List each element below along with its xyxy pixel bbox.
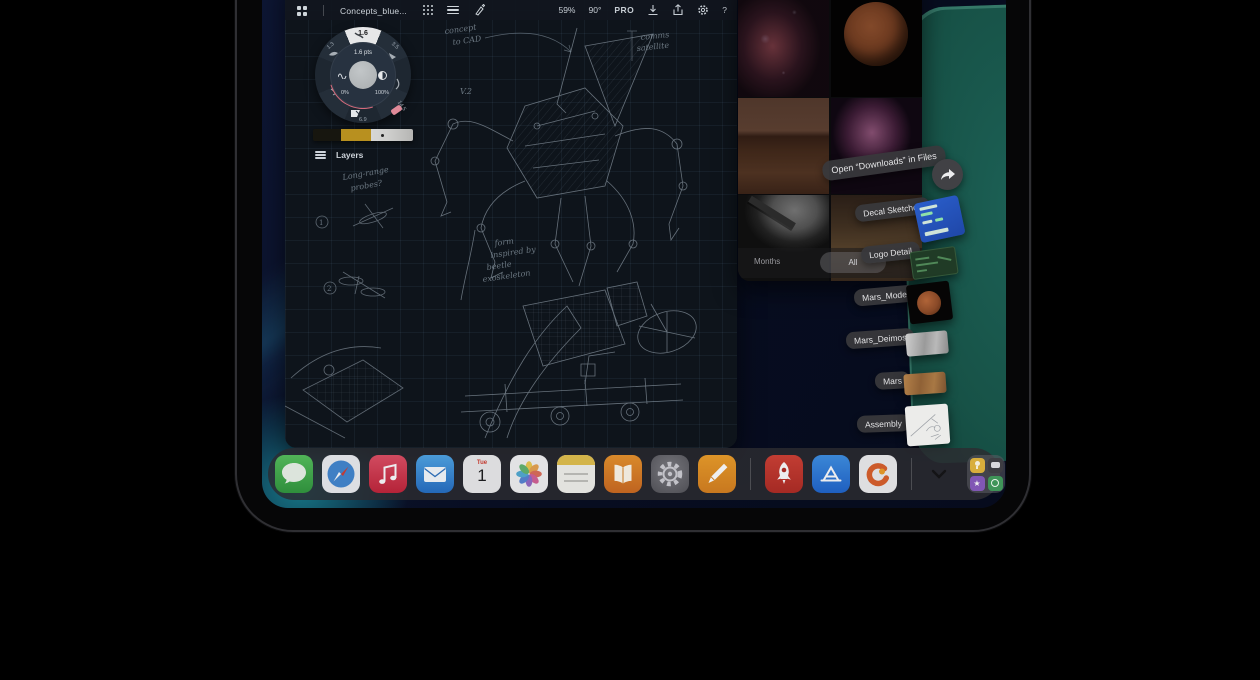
probe-sketches [316,204,393,298]
swatch-gold[interactable] [341,129,371,141]
zoom-level[interactable]: 59% [558,5,575,15]
dock-icon-safari[interactable] [322,455,360,493]
drag-thumb-mars[interactable] [903,372,946,396]
rotation-value[interactable]: 90° [588,5,601,15]
drag-thumb-mars-model[interactable] [906,281,953,325]
precision-grid-icon[interactable] [423,5,433,15]
help-button[interactable]: ? [722,5,727,15]
mini-star-icon: ★ [970,476,985,491]
layers-label: Layers [336,150,363,160]
gallery-grid-icon[interactable] [297,6,307,16]
books-open-book-icon [604,455,642,493]
brush-size-label: 1.6 pts [330,50,396,56]
dock-divider [911,458,912,490]
concepts-window[interactable]: concept to CAD comms satellite V.2 Long-… [285,0,737,448]
swatch-marker [381,134,384,137]
svg-text:concept: concept [444,23,478,36]
notes-yellow-band [557,455,595,465]
mini-camera-icon [988,458,1003,473]
color-puck[interactable] [349,61,377,89]
mech-sketch [431,28,687,286]
dock-icon-photos[interactable] [510,455,548,493]
import-icon[interactable] [647,4,659,16]
share-arrow-button[interactable] [932,159,963,190]
svg-text:probes?: probes? [350,178,384,193]
drag-thumb-mars-deimos[interactable] [905,330,949,357]
drag-thumb-assembly[interactable] [905,404,951,447]
color-swatch-strip[interactable] [313,129,413,141]
svg-text:beetle: beetle [486,260,512,272]
layers-panel-icon[interactable] [447,6,459,15]
tool-wheel-center[interactable]: 1.6 pts 0% 100% [330,42,396,108]
rocket-icon [765,455,803,493]
ipad-screen: concept to CAD comms satellite V.2 Long-… [262,0,1006,508]
svg-text:1: 1 [319,219,323,227]
photos-flower-icon [510,455,548,493]
dock-icon-notes[interactable] [557,455,595,493]
svg-text:V.2: V.2 [460,87,472,96]
dock-icon-app-store[interactable] [812,455,850,493]
mini-tips-icon [970,458,985,473]
app-store-a-icon [812,455,850,493]
dock-icon-calendar[interactable]: Tue 1 [463,455,501,493]
drag-item-label[interactable]: Assembly [857,414,910,433]
opacity-max: 100% [375,90,389,96]
corner-machine-sketch [285,347,403,438]
dock-icon-music[interactable] [369,455,407,493]
calendar-day: 1 [463,466,501,486]
pro-badge[interactable]: PRO [614,5,634,15]
dock-chevron-button[interactable] [926,455,952,493]
concepts-c-icon [859,455,897,493]
document-title[interactable]: Concepts_blue... [340,6,407,16]
dock-icon-settings[interactable] [651,455,689,493]
concepts-toolbar: Concepts_blue... 59% 90° PRO [285,0,737,20]
settings-gear-glyph [651,455,689,493]
photos-window[interactable]: Months All [738,0,922,281]
messages-bubble-icon [275,455,313,493]
photos-dim-overlay [738,0,922,281]
dock-icon-mail[interactable] [416,455,454,493]
dock-icon-rocket-app[interactable] [765,455,803,493]
chevron-down-icon [931,469,947,479]
dock-icon-concepts[interactable] [859,455,897,493]
svg-text:form: form [493,236,515,248]
smoothing-icon [338,72,348,79]
mini-clock-icon [988,476,1003,491]
svg-text:to CAD: to CAD [452,34,482,47]
layers-menu-icon[interactable] [315,151,326,159]
segment-months[interactable]: Months [754,257,780,266]
settings-gear-icon[interactable] [697,4,709,16]
svg-text:2: 2 [327,285,331,293]
assembly-sketch-lines [905,404,951,447]
dock-icon-messages[interactable] [275,455,313,493]
dock-icon-books[interactable] [604,455,642,493]
layers-row[interactable]: Layers [315,150,363,160]
mail-envelope-icon [416,455,454,493]
share-arrow-icon [940,168,956,182]
music-note-icon [369,455,407,493]
swatch-black[interactable] [313,129,341,141]
dock: Tue 1 [268,448,1000,500]
export-share-icon[interactable] [672,4,684,16]
dock-divider [750,458,751,490]
swatch-gray-gradient[interactable] [371,129,413,141]
safari-compass-icon [322,455,360,493]
dock-icon-pages[interactable] [698,455,736,493]
fill-tool-icon[interactable] [351,110,360,117]
pages-pen-icon [698,455,736,493]
opacity-icon [378,71,387,80]
tool-wheel[interactable]: 1.6 1.3 3.5 6.9 14.5 1.6 pts [315,27,411,123]
opacity-min: 0% [341,90,349,96]
toolbar-divider [323,5,324,16]
pen-mode-icon[interactable] [473,4,485,16]
svg-text:Long-range: Long-range [341,165,390,182]
dock-app-library-tile[interactable]: ★ [967,455,1005,493]
